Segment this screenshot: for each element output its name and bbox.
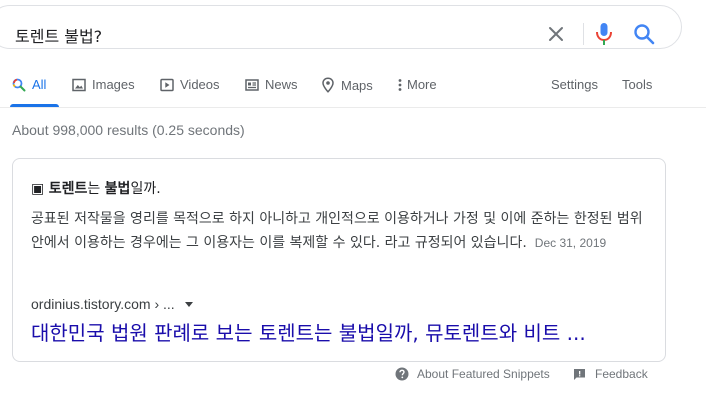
search-divider: [583, 23, 584, 45]
snippet-footer: About Featured Snippets Feedback: [0, 367, 706, 387]
tab-label: News: [265, 77, 298, 92]
tab-label: More: [407, 77, 437, 92]
tab-label: All: [32, 77, 47, 92]
tab-more[interactable]: More: [397, 77, 437, 92]
source-url: ordinius.tistory.com › ...: [31, 296, 175, 312]
help-icon: [395, 367, 409, 381]
dropdown-arrow-icon[interactable]: [184, 301, 193, 307]
microphone-icon[interactable]: [595, 22, 613, 46]
snippet-heading-bold-1: 토렌트: [48, 181, 88, 197]
settings-label: Settings: [551, 77, 598, 92]
feedback-icon: [574, 368, 585, 380]
image-icon: [72, 78, 86, 91]
settings-link[interactable]: Settings: [551, 77, 598, 92]
tab-label: Images: [92, 77, 135, 92]
map-pin-icon: [322, 77, 334, 93]
snippet-text: 공표된 저작물을 영리를 목적으로 하지 아니하고 개인적으로 이용하거나 가정…: [31, 207, 651, 255]
search-icon: [12, 78, 26, 91]
featured-snippet: ▣ 토렌트는 불법일까. 공표된 저작물을 영리를 목적으로 하지 아니하고 개…: [12, 158, 666, 362]
snippet-heading: ▣ 토렌트는 불법일까.: [31, 178, 161, 198]
tab-maps[interactable]: Maps: [321, 77, 373, 93]
tab-images[interactable]: Images: [72, 77, 135, 92]
result-title-link[interactable]: 대한민국 법원 판례로 보는 토렌트는 불법일까, 뮤토렌트와 비트 ...: [31, 317, 586, 346]
more-vertical-icon: [398, 78, 402, 91]
source-cite: ordinius.tistory.com › ...: [31, 296, 193, 312]
snippet-heading-prefix: ▣: [31, 181, 49, 197]
tabs-divider: [0, 107, 706, 108]
search-icon[interactable]: [633, 23, 655, 45]
play-icon: [160, 78, 174, 91]
result-stats: About 998,000 results (0.25 seconds): [12, 122, 245, 138]
about-featured-snippets-link[interactable]: About Featured Snippets: [395, 367, 550, 381]
newspaper-icon: [245, 78, 259, 91]
feedback-label: Feedback: [595, 367, 648, 381]
tab-videos[interactable]: Videos: [160, 77, 220, 92]
snippet-date: Dec 31, 2019: [534, 236, 607, 250]
tools-label: Tools: [622, 77, 653, 92]
about-label: About Featured Snippets: [417, 367, 550, 381]
tab-news[interactable]: News: [245, 77, 298, 92]
tab-all[interactable]: All: [12, 77, 46, 92]
tools-link[interactable]: Tools: [622, 77, 652, 92]
search-box[interactable]: 토렌트 불법?: [0, 5, 682, 49]
feedback-link[interactable]: Feedback: [573, 367, 648, 381]
snippet-heading-suffix: 일까.: [130, 181, 161, 197]
tab-label: Maps: [341, 77, 373, 93]
close-icon[interactable]: [547, 25, 565, 43]
snippet-heading-bold-2: 불법: [104, 181, 131, 197]
snippet-heading-mid: 는: [87, 181, 105, 197]
search-tabs: All Images Videos News Maps More Setting…: [0, 60, 706, 108]
search-input[interactable]: 토렌트 불법?: [15, 23, 102, 47]
tab-label: Videos: [180, 77, 220, 92]
